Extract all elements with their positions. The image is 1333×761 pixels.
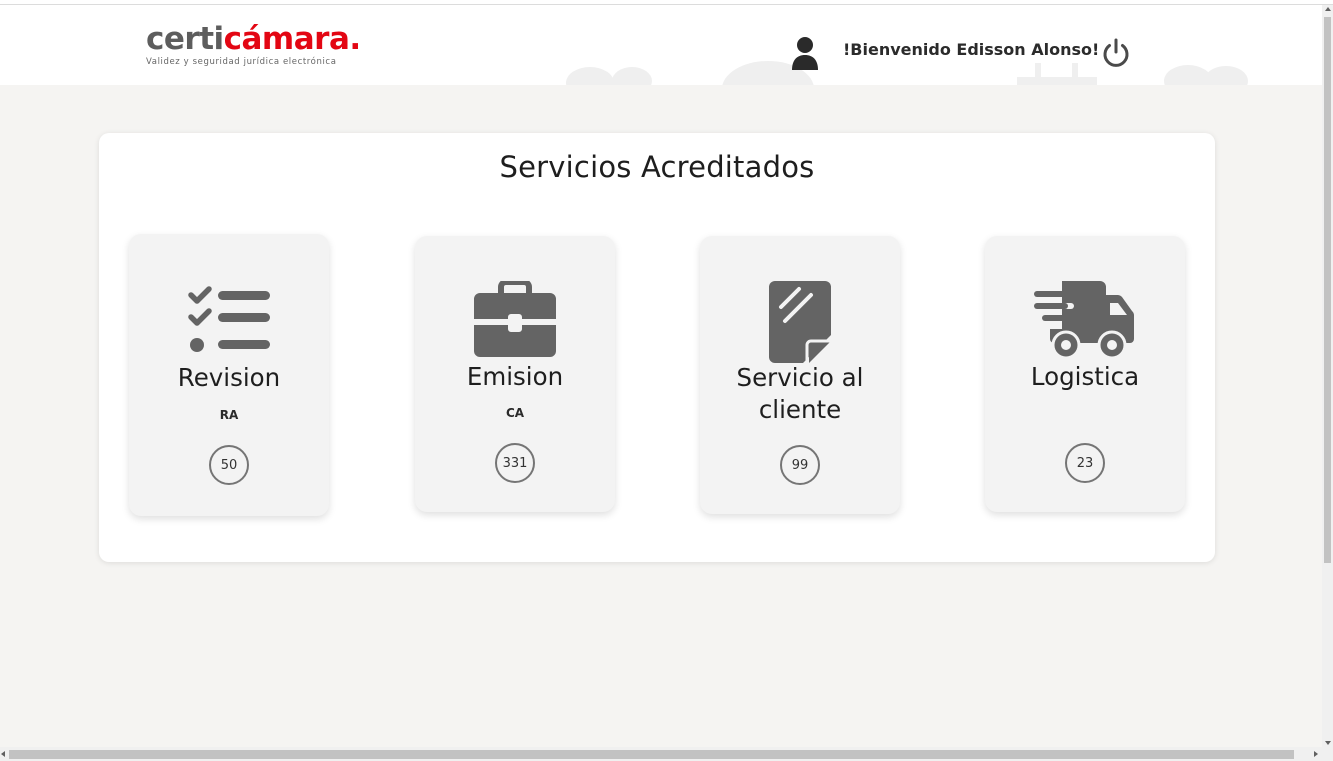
certicamara-logo[interactable]: certicámara. Validez y seguridad jurídic…	[146, 23, 361, 67]
service-count-badge: 331	[495, 443, 535, 483]
page-title: Servicios Acreditados	[499, 150, 815, 184]
scroll-left-arrow-icon[interactable]	[1, 751, 5, 757]
service-card-servicio-al-cliente[interactable]: Servicio al cliente 99	[700, 236, 900, 514]
service-name: Emision	[466, 362, 564, 391]
vertical-scroll-thumb[interactable]	[1324, 17, 1331, 563]
logo-tagline: Validez y seguridad jurídica electrónica	[146, 57, 337, 67]
service-count-badge: 50	[209, 445, 249, 485]
scroll-right-arrow-icon[interactable]	[1314, 751, 1318, 757]
service-count-badge: 99	[780, 445, 820, 485]
document-icon	[769, 281, 831, 363]
scroll-down-arrow-icon[interactable]	[1325, 741, 1331, 745]
logo-wordmark: certicámara.	[146, 23, 361, 55]
service-name: Revision	[177, 363, 281, 392]
top-header: certicámara. Validez y seguridad jurídic…	[0, 5, 1322, 85]
user-icon	[792, 37, 818, 70]
service-count-badge: 23	[1065, 443, 1105, 483]
briefcase-icon	[474, 281, 556, 357]
services-panel: Servicios Acreditados Revision RA 50 Emi…	[99, 133, 1215, 562]
horizontal-scroll-thumb[interactable]	[9, 750, 1294, 759]
truck-icon	[1034, 281, 1134, 360]
service-card-logistica[interactable]: Logistica 23	[985, 236, 1185, 512]
power-icon[interactable]	[1099, 36, 1133, 70]
logo-part-certi: certi	[146, 21, 224, 57]
service-code: RA	[219, 408, 239, 422]
service-name: Servicio al cliente	[736, 363, 864, 424]
checklist-icon	[188, 286, 270, 352]
service-card-emision[interactable]: Emision CA 331	[415, 236, 615, 512]
logo-part-camara: cámara.	[223, 21, 362, 57]
service-code: CA	[505, 406, 525, 420]
service-card-revision[interactable]: Revision RA 50	[129, 234, 329, 516]
service-name: Logistica	[1030, 362, 1140, 391]
scroll-up-arrow-icon[interactable]	[1325, 7, 1331, 11]
vertical-scrollbar[interactable]	[1322, 5, 1333, 747]
horizontal-scrollbar[interactable]	[0, 747, 1333, 761]
welcome-message: !Bienvenido Edisson Alonso!	[843, 40, 1100, 59]
